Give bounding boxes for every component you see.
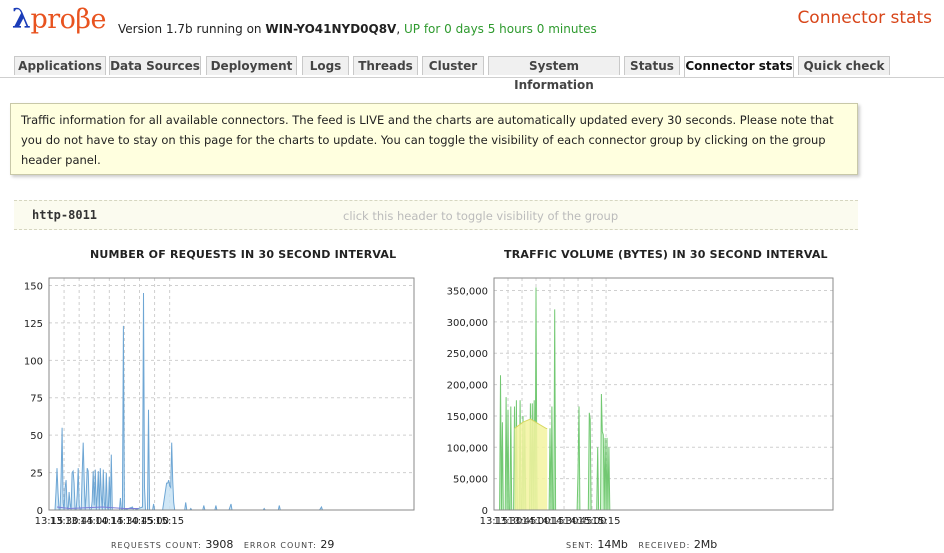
sent-label: SENT:	[566, 541, 594, 550]
requests-count-value: 3908	[205, 538, 234, 551]
received-label: RECEIVED:	[638, 541, 691, 550]
traffic-y-tick-label: 150,000	[447, 412, 488, 423]
received-value: 2Mb	[693, 538, 718, 551]
traffic-y-tick-label: 100,000	[447, 443, 488, 454]
traffic-chart: 050,000100,000150,000200,000250,000300,0…	[447, 277, 834, 527]
traffic-x-tick-label: 15:15	[592, 516, 621, 527]
requests-count-label: REQUESTS COUNT:	[111, 541, 202, 550]
requests-stats: REQUESTS COUNT: 3908 ERROR COUNT: 29	[111, 538, 334, 551]
traffic-y-tick-label: 200,000	[447, 381, 488, 392]
traffic-y-tick-label: 300,000	[447, 318, 488, 329]
traffic-stats: SENT: 14Mb RECEIVED: 2Mb	[566, 538, 717, 551]
traffic-y-tick-label: 350,000	[447, 287, 488, 298]
traffic-received-area	[514, 419, 548, 510]
error-count-label: ERROR COUNT:	[243, 541, 317, 550]
traffic-y-tick-label: 50,000	[453, 475, 488, 486]
traffic-y-tick-label: 250,000	[447, 349, 488, 360]
sent-value: 14Mb	[597, 538, 628, 551]
error-count-value: 29	[320, 538, 335, 551]
